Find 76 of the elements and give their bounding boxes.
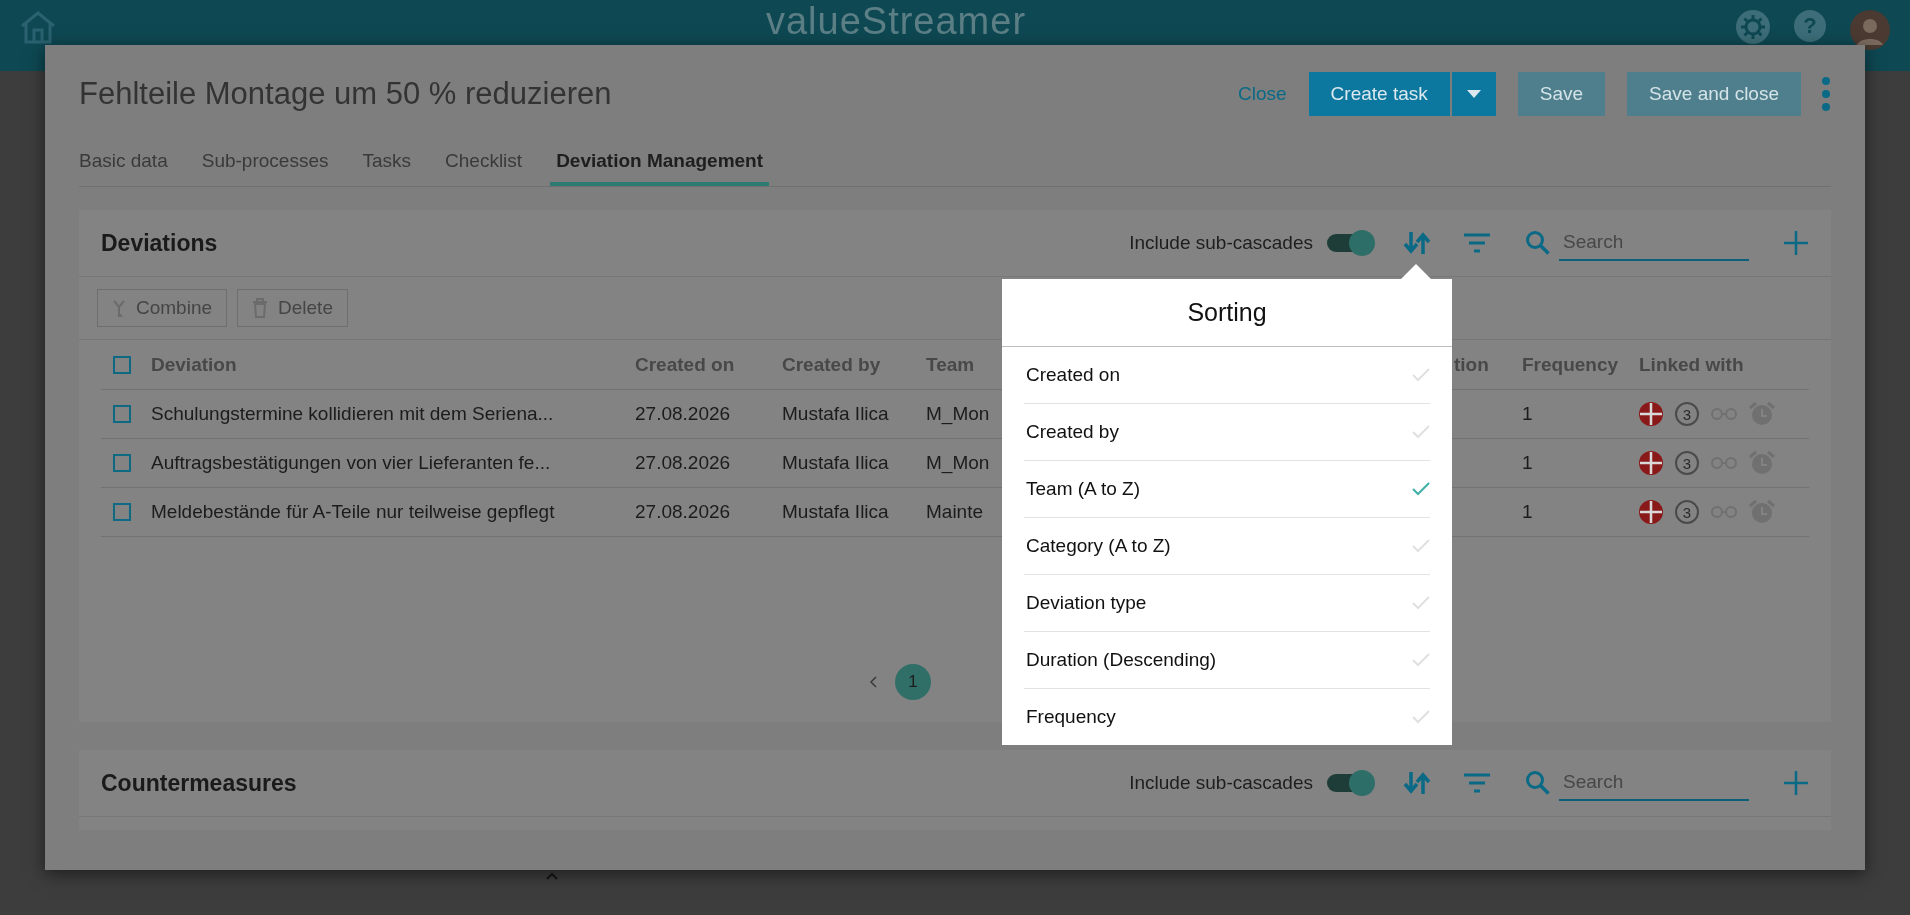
table-cell-text: 27.08.2026: [635, 403, 732, 425]
search-field[interactable]: Search: [1559, 225, 1749, 261]
count-badge: 3: [1675, 451, 1699, 475]
table-cell-text: 1: [1522, 452, 1534, 474]
close-button[interactable]: Close: [1238, 83, 1287, 105]
table-cell-text: Mustafa Ilica: [782, 403, 890, 425]
table-cell-text: 1: [1522, 501, 1534, 523]
add-icon: [1783, 230, 1809, 256]
checkbox[interactable]: [113, 405, 131, 423]
sort-option[interactable]: Created on: [1024, 347, 1430, 404]
table-cell-text: Mainte: [926, 501, 985, 523]
sort-icon: [1403, 770, 1431, 796]
column-header[interactable]: Created by: [782, 353, 926, 376]
caret-icon: [546, 872, 558, 880]
column-header[interactable]: Frequency: [1522, 353, 1639, 376]
crosshair-icon: [1639, 500, 1663, 524]
sort-option[interactable]: Duration (Descending): [1024, 632, 1430, 689]
table-cell-text: M_Mon: [926, 403, 991, 425]
toggle-label: Include sub-cascades: [1129, 232, 1313, 254]
caret-icon: [1466, 90, 1481, 98]
toggle-switch[interactable]: [1327, 230, 1375, 256]
table-cell-text: Schulungstermine kollidieren mit dem Seriena...: [151, 403, 555, 425]
search-field[interactable]: Search: [1559, 765, 1749, 801]
table-cell-text: 1: [1522, 403, 1534, 425]
sort-icon: [1403, 230, 1431, 256]
filter-icon: [1463, 772, 1491, 794]
checkbox[interactable]: [113, 355, 131, 374]
tab[interactable]: Tasks: [362, 139, 429, 186]
tab[interactable]: Sub-processes: [201, 139, 346, 186]
table-cell-text: Mustafa Ilica: [782, 501, 890, 523]
toggle-switch[interactable]: [1327, 770, 1375, 796]
table-cell-text: Meldebestände für A-Teile nur teilweise gepflegt: [151, 501, 556, 523]
panel-title: Deviations: [101, 229, 219, 257]
checkbox[interactable]: [113, 454, 131, 472]
filter-icon: [1463, 232, 1491, 254]
checkbox[interactable]: [113, 503, 131, 521]
sort-option[interactable]: Deviation type: [1024, 575, 1430, 632]
count-badge: 3: [1675, 402, 1699, 426]
chevron-left-icon: [869, 676, 877, 688]
toggle-label: Include sub-cascades: [1129, 772, 1313, 794]
table-cell-text: M_Mon: [926, 452, 991, 474]
tab[interactable]: Checklist: [445, 139, 540, 186]
column-header[interactable]: tion: [1454, 353, 1522, 376]
sort-option[interactable]: Created by: [1024, 404, 1430, 461]
crosshair-icon: [1639, 402, 1663, 426]
column-header[interactable]: Linked with: [1639, 353, 1809, 376]
search-icon: [1525, 230, 1551, 256]
table-cell-text: 27.08.2026: [635, 501, 732, 523]
column-header[interactable]: Created on: [635, 353, 782, 376]
sort-option[interactable]: Frequency: [1024, 689, 1430, 745]
create-task-button[interactable]: Create task: [1308, 72, 1450, 116]
logo: valueStreamer: [764, 4, 1028, 38]
add-icon: [1783, 770, 1809, 796]
trash-icon: [252, 298, 269, 318]
count-badge: 3: [1675, 500, 1699, 524]
popup-title: Sorting: [1002, 279, 1452, 347]
settings-icon: [1736, 10, 1770, 44]
sort-option[interactable]: Team (A to Z): [1024, 461, 1430, 518]
avatar: [1850, 10, 1890, 50]
merge-icon: [112, 299, 126, 317]
panel-title: Countermeasures: [101, 769, 298, 797]
table-cell-text: Auftragsbestätigungen von vier Lieferanten fe...: [151, 452, 552, 474]
sort-option[interactable]: Category (A to Z): [1024, 518, 1430, 575]
tab[interactable]: Deviation Management: [550, 139, 770, 186]
help-button[interactable]: ?: [1794, 10, 1826, 42]
search-icon: [1525, 770, 1551, 796]
page-button[interactable]: 1: [895, 664, 931, 700]
tab[interactable]: Basic data: [79, 139, 185, 186]
table-cell-text: Mustafa Ilica: [782, 452, 890, 474]
table-cell-text: 27.08.2026: [635, 452, 732, 474]
more-icon: [1821, 76, 1831, 112]
column-header[interactable]: Deviation: [151, 353, 635, 376]
home-icon: [20, 10, 56, 44]
crosshair-icon: [1639, 451, 1663, 475]
dialog-title: Fehlteile Montage um 50 % reduzieren: [79, 76, 613, 112]
dropdown-button[interactable]: [1451, 72, 1496, 116]
